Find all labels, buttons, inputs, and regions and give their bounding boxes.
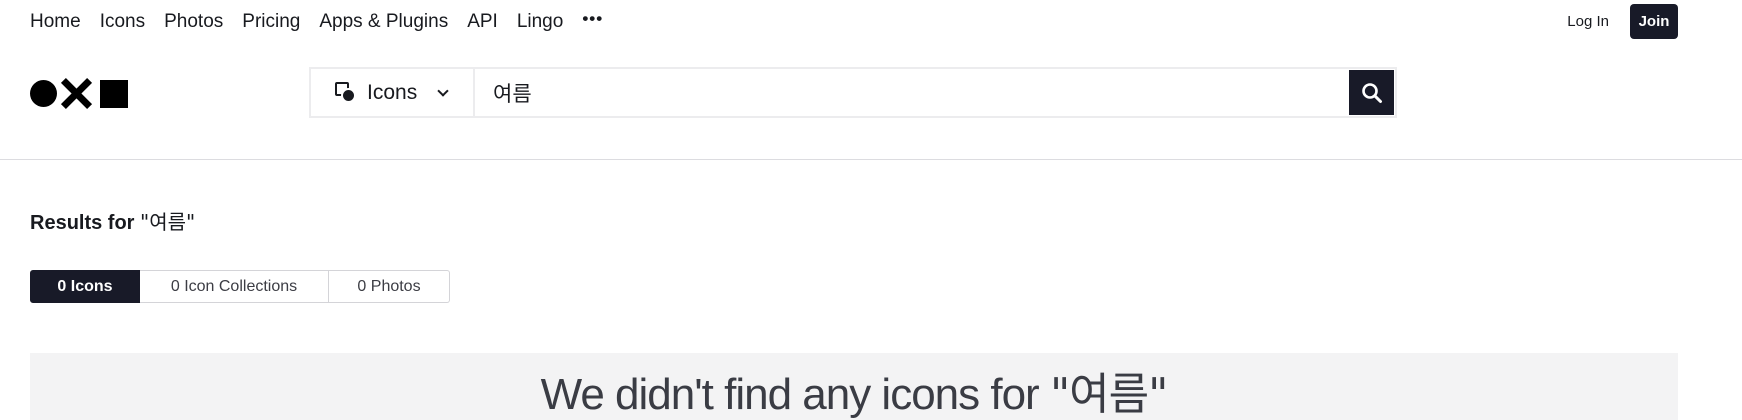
search-type-label: Icons <box>367 80 418 104</box>
search-button[interactable] <box>1349 70 1394 115</box>
top-nav: Home Icons Photos Pricing Apps & Plugins… <box>30 0 603 44</box>
login-link[interactable]: Log In <box>1567 13 1609 30</box>
nav-api[interactable]: API <box>467 11 498 33</box>
search-type-dropdown[interactable]: Icons <box>311 69 475 116</box>
nav-apps-plugins[interactable]: Apps & Plugins <box>319 11 448 33</box>
result-tabs: 0 Icons 0 Icon Collections 0 Photos <box>30 270 450 303</box>
auth-area: Log In Join <box>1567 4 1678 39</box>
empty-state-panel: We didn't find any icons for "여름" <box>30 353 1678 420</box>
empty-state-title: We didn't find any icons for "여름" <box>30 358 1678 420</box>
more-menu-icon[interactable]: ••• <box>582 10 603 27</box>
results-heading: Results for "여름" <box>30 206 195 235</box>
header-divider <box>0 159 1742 160</box>
nav-photos[interactable]: Photos <box>164 11 223 33</box>
nav-lingo[interactable]: Lingo <box>517 11 564 33</box>
search-input[interactable] <box>475 69 1348 116</box>
search-icon <box>1361 82 1382 103</box>
chevron-down-icon <box>437 84 449 97</box>
tab-icon-collections[interactable]: 0 Icon Collections <box>140 270 329 303</box>
logo-x-icon <box>61 78 92 109</box>
join-button[interactable]: Join <box>1630 4 1678 39</box>
logo-square-icon <box>100 79 128 108</box>
results-prefix: Results for <box>30 212 141 234</box>
empty-state-query: "여름" <box>1049 369 1168 420</box>
results-query: "여름" <box>140 210 196 234</box>
empty-state-prefix: We didn't find any icons for <box>540 370 1050 419</box>
site-logo[interactable] <box>30 78 128 109</box>
logo-circle-icon <box>30 80 57 107</box>
tab-icons[interactable]: 0 Icons <box>30 270 140 303</box>
tab-photos[interactable]: 0 Photos <box>329 270 450 303</box>
icons-shape-icon <box>335 81 357 104</box>
nav-pricing[interactable]: Pricing <box>242 11 300 33</box>
search-bar: Icons <box>309 67 1397 118</box>
nav-icons[interactable]: Icons <box>100 11 145 33</box>
nav-home[interactable]: Home <box>30 11 81 33</box>
